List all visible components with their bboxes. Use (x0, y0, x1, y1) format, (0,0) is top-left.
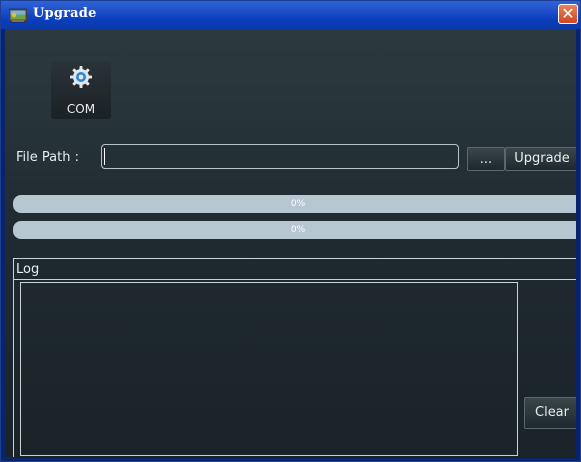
log-output[interactable] (20, 282, 518, 456)
clear-button[interactable]: Clear (524, 397, 576, 429)
upgrade-button[interactable]: Upgrade (505, 147, 576, 171)
browse-button[interactable]: ... (467, 147, 505, 171)
file-path-label: File Path : (16, 150, 79, 165)
log-frame-border (13, 280, 14, 457)
title-bar[interactable]: Upgrade ✕ (1, 1, 580, 29)
close-icon: ✕ (561, 4, 575, 23)
upgrade-window: Upgrade ✕ COM File Path: ... Upgrade 0%… (0, 0, 581, 462)
file-path-input[interactable] (101, 144, 459, 169)
progress-label-1: 0% (290, 199, 306, 209)
progress-bar-1: 0% (13, 195, 576, 213)
gear-icon (70, 66, 92, 88)
text-caret (104, 148, 105, 165)
window-title: Upgrade (33, 6, 97, 21)
progress-label-2: 0% (290, 225, 306, 235)
app-icon (9, 8, 27, 23)
progress-bar-2: 0% (13, 221, 576, 239)
client-area: COM File Path : ... Upgrade 0% 0% Log Cl… (5, 29, 576, 457)
com-button[interactable]: COM (51, 61, 111, 119)
close-button[interactable]: ✕ (558, 4, 578, 24)
log-header: Log (13, 258, 576, 280)
com-label: COM (66, 102, 96, 116)
